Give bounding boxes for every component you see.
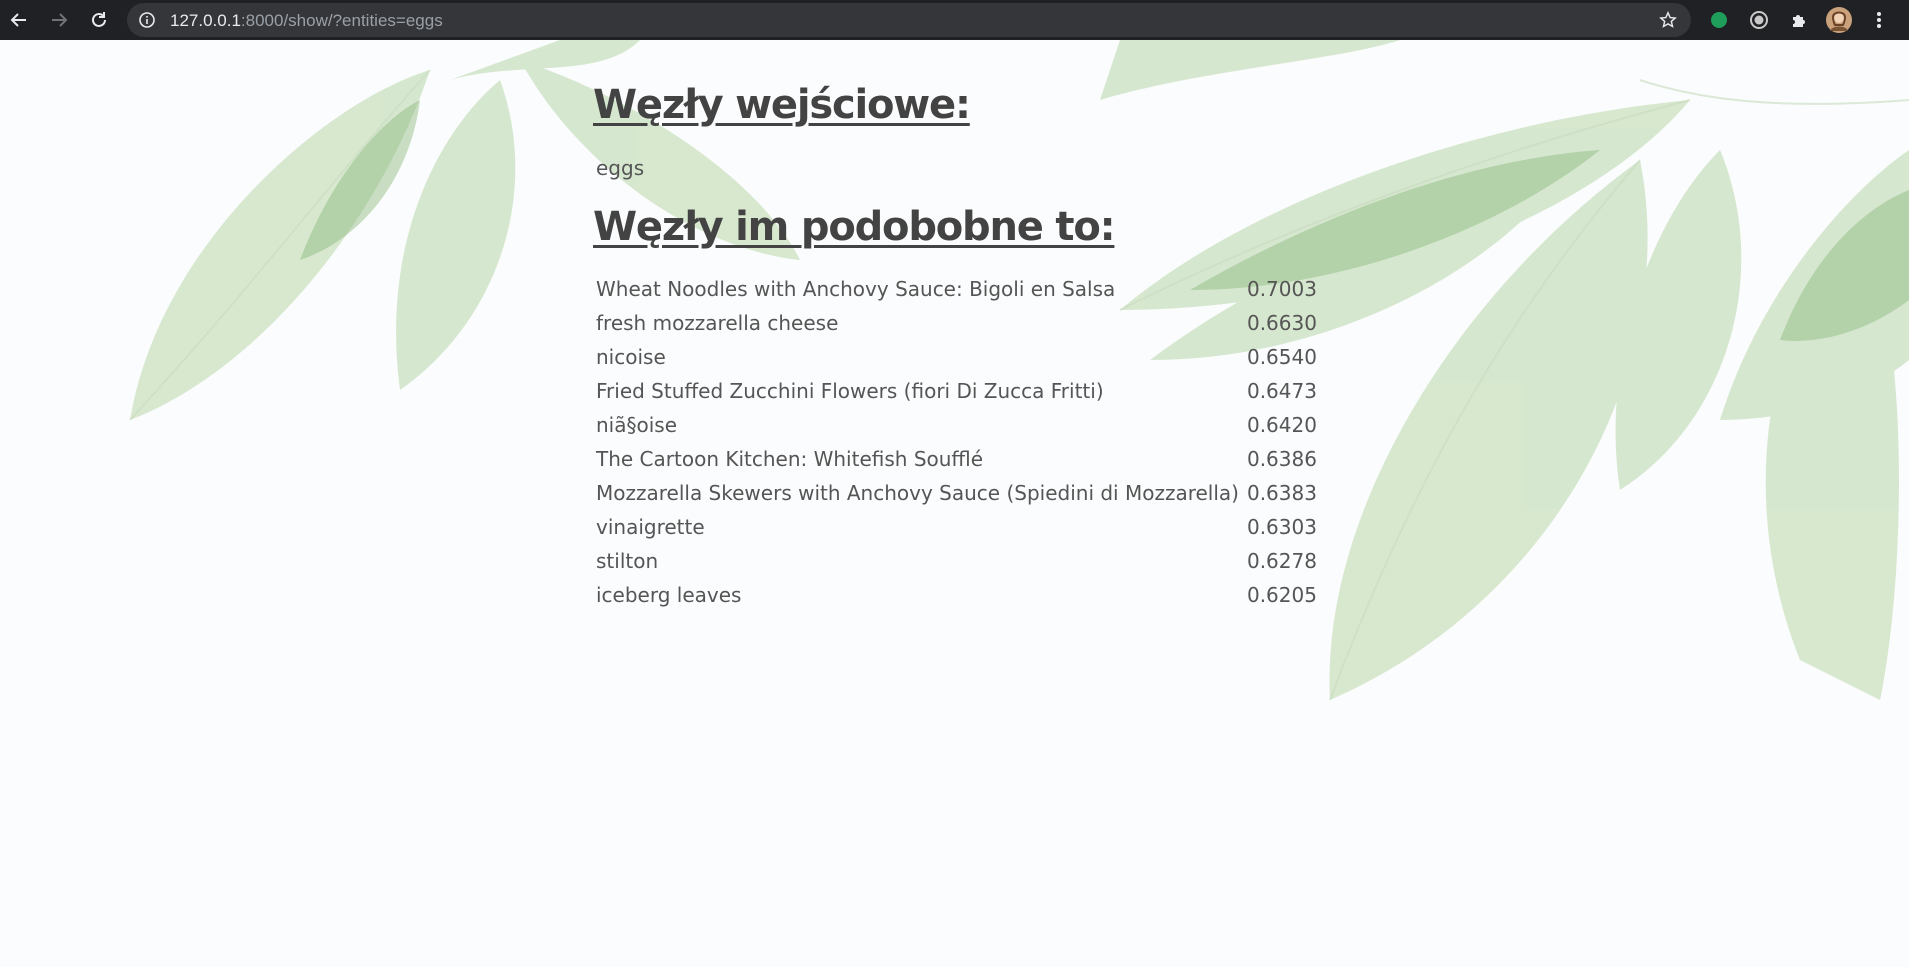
extension-circle-icon[interactable] xyxy=(1746,7,1772,33)
url-host: 127.0.0.1 xyxy=(170,11,241,30)
address-bar[interactable]: 127.0.0.1:8000/show/?entities=eggs xyxy=(127,3,1691,37)
node-name: The Cartoon Kitchen: Whitefish Soufflé xyxy=(596,447,984,471)
table-row: niã§oise 0.6420 xyxy=(594,408,1319,442)
node-name: stilton xyxy=(596,549,659,573)
table-row: Fried Stuffed Zucchini Flowers (fiori Di… xyxy=(594,374,1319,408)
forward-icon[interactable] xyxy=(45,6,73,34)
table-row: fresh mozzarella cheese 0.6630 xyxy=(594,306,1319,340)
bookmark-star-icon[interactable] xyxy=(1659,11,1677,33)
similar-nodes-table: Wheat Noodles with Anchovy Sauce: Bigoli… xyxy=(594,272,1319,612)
extension-green-icon[interactable] xyxy=(1706,7,1732,33)
site-info-icon[interactable] xyxy=(139,12,155,32)
node-score: 0.6630 xyxy=(1246,311,1317,335)
main-content: Węzły wejściowe: eggs Węzły im podobobne… xyxy=(593,82,1317,612)
node-name: Fried Stuffed Zucchini Flowers (fiori Di… xyxy=(596,379,1104,403)
url-text: 127.0.0.1:8000/show/?entities=eggs xyxy=(170,11,443,31)
node-name: niã§oise xyxy=(596,413,678,437)
node-name: Wheat Noodles with Anchovy Sauce: Bigoli… xyxy=(596,277,1116,301)
browser-toolbar: 127.0.0.1:8000/show/?entities=eggs xyxy=(0,0,1909,40)
node-score: 0.6205 xyxy=(1246,583,1317,607)
browser-menu-icon[interactable] xyxy=(1866,7,1892,33)
node-name: fresh mozzarella cheese xyxy=(596,311,839,335)
node-score: 0.6383 xyxy=(1246,481,1317,505)
input-node: eggs xyxy=(596,156,645,180)
extensions-puzzle-icon[interactable] xyxy=(1786,7,1812,33)
url-path: :8000/show/?entities=eggs xyxy=(240,11,443,30)
similar-nodes-heading: Węzły im podobobne to: xyxy=(593,204,1116,250)
node-score: 0.6386 xyxy=(1246,447,1317,471)
table-row: Mozzarella Skewers with Anchovy Sauce (S… xyxy=(594,476,1319,510)
table-row: nicoise 0.6540 xyxy=(594,340,1319,374)
node-score: 0.6540 xyxy=(1246,345,1317,369)
node-name: nicoise xyxy=(596,345,666,369)
node-name: Mozzarella Skewers with Anchovy Sauce (S… xyxy=(596,481,1239,505)
node-score: 0.7003 xyxy=(1246,277,1317,301)
profile-avatar[interactable] xyxy=(1826,7,1852,33)
back-icon[interactable] xyxy=(5,6,33,34)
node-score: 0.6303 xyxy=(1246,515,1317,539)
page-viewport: Węzły wejściowe: eggs Węzły im podobobne… xyxy=(0,40,1909,967)
reload-icon[interactable] xyxy=(85,6,113,34)
input-nodes-list: eggs xyxy=(596,156,1313,180)
node-name: vinaigrette xyxy=(596,515,705,539)
node-score: 0.6473 xyxy=(1246,379,1317,403)
node-score: 0.6278 xyxy=(1246,549,1317,573)
table-row: iceberg leaves 0.6205 xyxy=(594,578,1319,612)
node-name: iceberg leaves xyxy=(596,583,742,607)
table-row: Wheat Noodles with Anchovy Sauce: Bigoli… xyxy=(594,272,1319,306)
table-row: vinaigrette 0.6303 xyxy=(594,510,1319,544)
table-row: The Cartoon Kitchen: Whitefish Soufflé 0.… xyxy=(594,442,1319,476)
input-nodes-heading: Węzły wejściowe: xyxy=(593,82,971,128)
node-score: 0.6420 xyxy=(1246,413,1317,437)
table-row: stilton 0.6278 xyxy=(594,544,1319,578)
